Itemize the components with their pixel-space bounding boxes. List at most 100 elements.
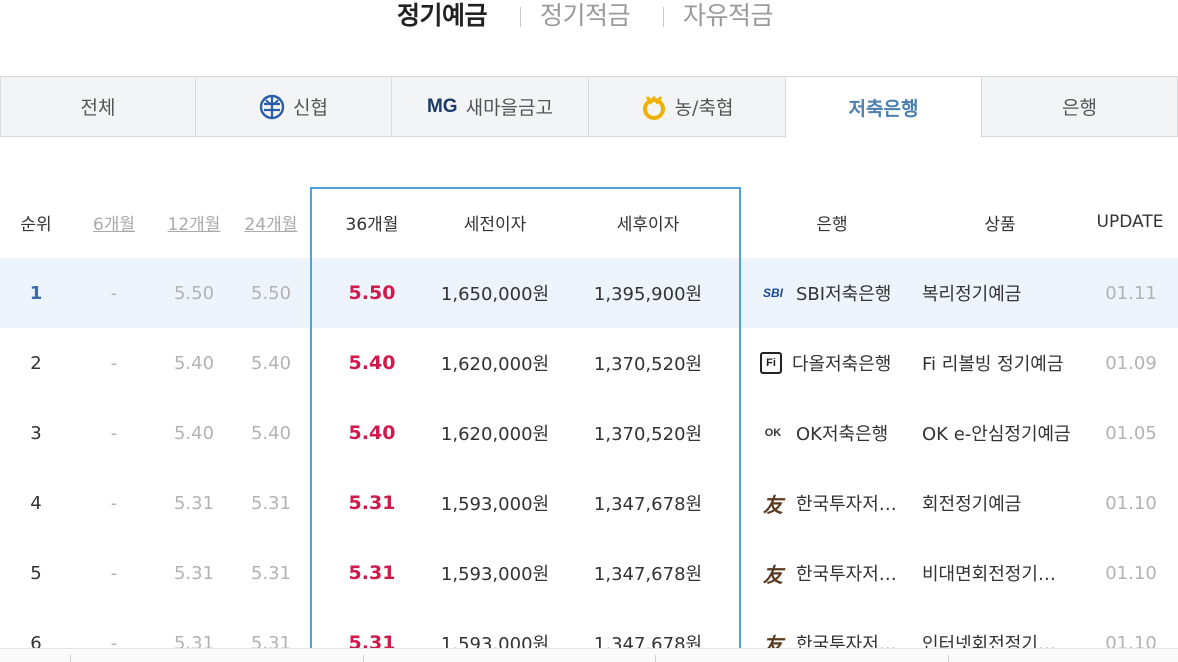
rate-36m-cell: 5.31	[348, 492, 396, 514]
header-product: 상품	[984, 214, 1016, 235]
institution-tabs: 전체 신협 MG 새마을금고 농/축협 저축은행 은행	[0, 76, 1178, 138]
header-6-months[interactable]: 6개월	[78, 188, 150, 256]
ok-logo-icon: OK	[764, 427, 782, 439]
header-pretax-interest: 세전이자	[463, 214, 527, 235]
tab-shinhyup[interactable]: 신협	[195, 76, 392, 137]
update-cell: 01.11	[1105, 282, 1157, 304]
header-update: UPDATE	[1096, 212, 1164, 232]
bank-name: 다올저축은행	[792, 354, 892, 375]
rate-12m-cell: 5.31	[173, 562, 215, 584]
update-cell: 01.10	[1105, 492, 1157, 514]
tab-nonghyup[interactable]: 농/축협	[588, 76, 786, 137]
bank-cell[interactable]: 友 한국투자저…	[760, 468, 910, 538]
header-12-months[interactable]: 12개월	[157, 188, 231, 256]
table-row[interactable]: 3 - 5.40 5.40 5.40 1,620,000원 1,370,520원…	[0, 398, 1178, 468]
tab-label: 은행	[1062, 97, 1097, 119]
table-row[interactable]: 1 - 5.50 5.50 5.50 1,650,000원 1,395,900원…	[0, 258, 1178, 328]
rate-12m-cell: 5.50	[173, 282, 215, 304]
rate-6m-cell: -	[110, 282, 118, 304]
tab-label: 전체	[80, 97, 116, 119]
product-type-tabs: 정기예금 정기적금 자유적금	[0, 0, 1178, 36]
rate-12m-cell: 5.31	[173, 492, 215, 514]
tab-divider	[520, 7, 521, 27]
rate-24m-cell: 5.40	[250, 352, 292, 374]
tab-label: 저축은행	[848, 98, 919, 120]
posttax-interest-cell: 1,347,678원	[593, 494, 703, 515]
product-cell[interactable]: 복리정기예금	[922, 258, 1082, 328]
rank-cell: 3	[30, 422, 42, 444]
tab-bank[interactable]: 은행	[981, 76, 1178, 137]
tab-saemaul[interactable]: MG 새마을금고	[391, 76, 589, 137]
rate-6m-cell: -	[110, 352, 118, 374]
header-posttax-interest: 세후이자	[616, 214, 680, 235]
rate-24m-cell: 5.40	[250, 422, 292, 444]
posttax-interest-cell: 1,347,678원	[593, 564, 703, 585]
pretax-interest-cell: 1,620,000원	[440, 424, 550, 445]
table-header: 순위 6개월 12개월 24개월 36개월 세전이자 세후이자 은행 상품 UP…	[0, 188, 1178, 256]
tab-installment-savings[interactable]: 정기적금	[540, 0, 631, 32]
bank-cell[interactable]: SBI SBI저축은행	[760, 258, 910, 328]
bank-cell[interactable]: OK OK저축은행	[760, 398, 910, 468]
header-24-months[interactable]: 24개월	[234, 188, 308, 256]
rate-12m-cell: 5.40	[173, 352, 215, 374]
korea-invest-logo-icon: 友	[763, 492, 783, 517]
rate-6m-cell: -	[110, 562, 118, 584]
tab-label: 새마을금고	[465, 97, 553, 119]
shinhyup-logo-icon	[259, 94, 285, 120]
rate-36m-cell: 5.50	[348, 282, 396, 304]
rate-6m-cell: -	[110, 422, 118, 444]
tab-label: 농/축협	[674, 97, 734, 119]
daol-logo-icon: Fi	[760, 352, 782, 374]
tab-divider	[663, 7, 664, 27]
bank-cell[interactable]: 友 한국투자저…	[760, 538, 910, 608]
update-cell: 01.09	[1105, 352, 1157, 374]
rank-cell: 1	[29, 282, 43, 304]
bank-name: 한국투자저…	[796, 494, 897, 515]
posttax-interest-cell: 1,370,520원	[593, 424, 703, 445]
korea-invest-logo-icon: 友	[763, 562, 783, 587]
rank-cell: 2	[30, 352, 42, 374]
table-row[interactable]: 5 - 5.31 5.31 5.31 1,593,000원 1,347,678원…	[0, 538, 1178, 608]
table-row[interactable]: 2 - 5.40 5.40 5.40 1,620,000원 1,370,520원…	[0, 328, 1178, 398]
product-cell[interactable]: OK e-안심정기예금	[922, 398, 1082, 468]
tab-savings-bank[interactable]: 저축은행	[785, 76, 982, 138]
mg-logo-icon: MG	[426, 95, 458, 117]
bank-name: 한국투자저…	[796, 564, 897, 585]
divider	[655, 655, 656, 662]
nonghyup-logo-icon	[641, 94, 667, 120]
tab-all[interactable]: 전체	[0, 76, 196, 137]
rate-36m-cell: 5.40	[348, 422, 396, 444]
header-rank: 순위	[20, 214, 52, 235]
divider	[363, 655, 364, 662]
tab-label: 신협	[293, 97, 328, 119]
pretax-interest-cell: 1,620,000원	[440, 354, 550, 375]
bank-name: SBI저축은행	[796, 284, 892, 305]
rate-24m-cell: 5.50	[250, 282, 292, 304]
rank-cell: 4	[30, 492, 42, 514]
table-row[interactable]: 4 - 5.31 5.31 5.31 1,593,000원 1,347,678원…	[0, 468, 1178, 538]
rate-36m-cell: 5.31	[348, 562, 396, 584]
pretax-interest-cell: 1,650,000원	[440, 284, 550, 305]
update-cell: 01.05	[1105, 422, 1157, 444]
divider	[948, 655, 949, 662]
rate-24m-cell: 5.31	[250, 492, 292, 514]
rate-24m-cell: 5.31	[250, 562, 292, 584]
header-36-months[interactable]: 36개월	[318, 188, 426, 256]
rate-36m-cell: 5.40	[348, 352, 396, 374]
sbi-logo-icon: SBI	[762, 286, 783, 300]
rate-6m-cell: -	[110, 492, 118, 514]
pretax-interest-cell: 1,593,000원	[440, 494, 550, 515]
product-cell[interactable]: Fi 리볼빙 정기예금	[922, 328, 1082, 398]
rank-cell: 5	[30, 562, 42, 584]
divider	[70, 655, 71, 662]
product-cell[interactable]: 비대면회전정기…	[922, 538, 1082, 608]
posttax-interest-cell: 1,370,520원	[593, 354, 703, 375]
update-cell: 01.10	[1105, 562, 1157, 584]
rate-12m-cell: 5.40	[173, 422, 215, 444]
header-bank: 은행	[816, 214, 848, 235]
product-cell[interactable]: 회전정기예금	[922, 468, 1082, 538]
tab-free-savings[interactable]: 자유적금	[683, 0, 774, 32]
bottom-bar	[0, 648, 1178, 662]
tab-fixed-deposit[interactable]: 정기예금	[397, 0, 488, 32]
bank-cell[interactable]: Fi 다올저축은행	[760, 328, 910, 398]
